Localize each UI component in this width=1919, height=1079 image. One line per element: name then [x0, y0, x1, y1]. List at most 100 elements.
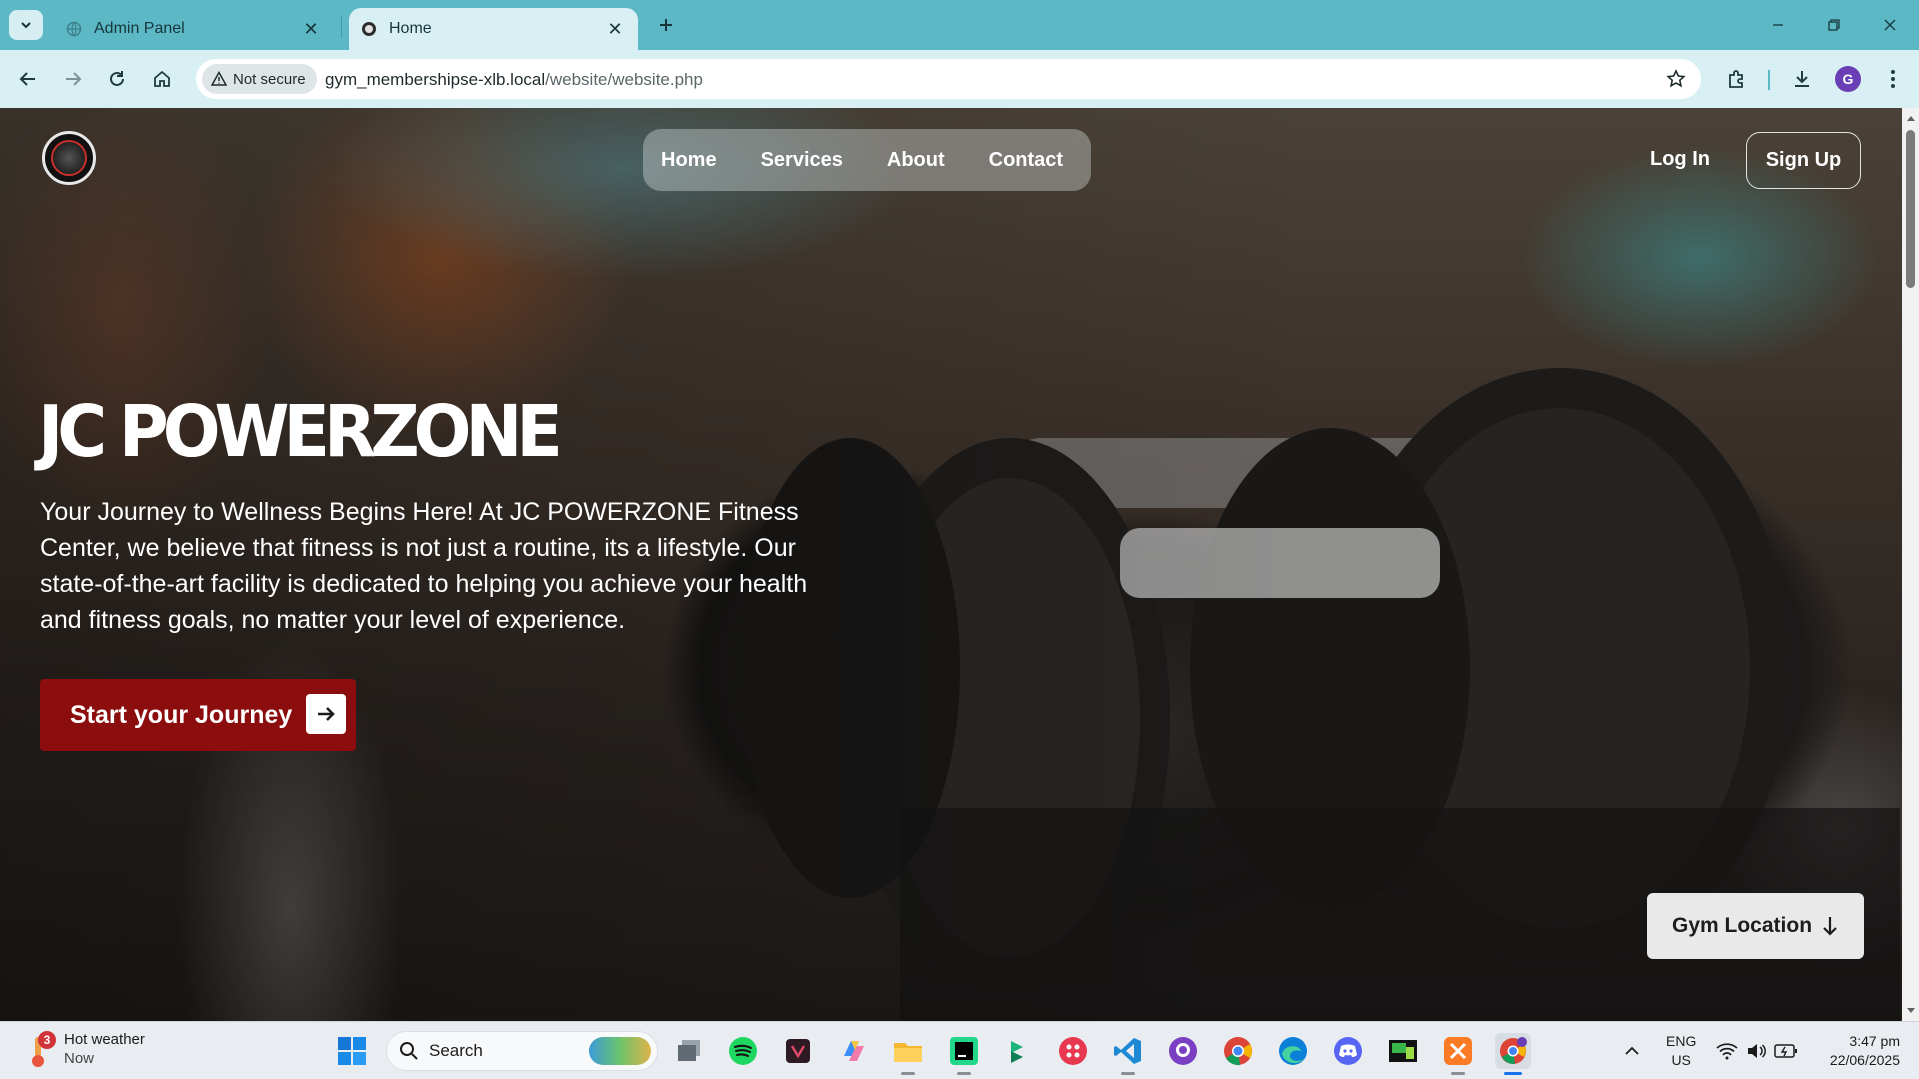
tab-separator	[341, 16, 342, 38]
start-button[interactable]	[334, 1033, 370, 1069]
app-icon[interactable]	[1055, 1033, 1091, 1069]
weather-title: Hot weather	[64, 1031, 145, 1048]
scroll-down-icon[interactable]	[1902, 1003, 1919, 1019]
forward-button[interactable]	[56, 62, 90, 96]
running-indicator	[1451, 1072, 1465, 1075]
browser-tab-strip: Admin Panel ✕ Home ✕	[0, 0, 1919, 50]
logo-emblem	[51, 140, 87, 176]
weather-badge: 3	[38, 1031, 56, 1049]
vscode-icon[interactable]	[1110, 1033, 1146, 1075]
extensions-button[interactable]	[1720, 62, 1754, 96]
profile-avatar[interactable]: G	[1835, 66, 1861, 92]
volume-icon	[1748, 1044, 1766, 1058]
new-tab-button[interactable]	[651, 10, 681, 40]
search-label: Search	[429, 1041, 483, 1060]
site-logo[interactable]	[42, 131, 96, 185]
file-explorer-icon[interactable]	[890, 1033, 926, 1075]
tab-search-button[interactable]	[9, 10, 43, 40]
cta-label: Start your Journey	[70, 700, 293, 729]
app-icon[interactable]	[780, 1033, 816, 1069]
search-highlight-image	[589, 1037, 651, 1065]
scroll-up-icon[interactable]	[1902, 110, 1919, 126]
address-bar[interactable]: Not secure gym_membershipse-xlb.local/we…	[196, 59, 1701, 99]
security-chip[interactable]: Not secure	[202, 64, 317, 94]
clock-date: 22/06/2025	[1829, 1052, 1900, 1068]
nav-services[interactable]: Services	[761, 149, 843, 172]
running-indicator	[1504, 1072, 1522, 1075]
url-host: gym_membershipse-xlb.local	[325, 70, 546, 89]
taskbar-search[interactable]: Search	[386, 1031, 658, 1071]
tab-title: Home	[389, 20, 432, 37]
tab-home[interactable]: Home ✕	[349, 8, 638, 50]
chevron-up-icon[interactable]	[1614, 1033, 1650, 1069]
running-indicator	[957, 1072, 971, 1075]
arrow-left-icon	[19, 72, 35, 86]
downloads-button[interactable]	[1785, 62, 1819, 96]
xampp-icon[interactable]	[1440, 1033, 1476, 1075]
arrow-right-icon	[66, 72, 82, 86]
windows-taskbar: 3 Hot weather Now Search ENG US 3:47 pm …	[0, 1021, 1919, 1079]
nav-contact[interactable]: Contact	[989, 149, 1063, 172]
battery-icon	[1774, 1044, 1797, 1058]
nav-home[interactable]: Home	[661, 149, 717, 172]
security-label: Not secure	[233, 70, 306, 88]
running-indicator	[1121, 1072, 1135, 1075]
app-icon[interactable]	[1385, 1033, 1421, 1069]
arrow-down-icon	[1821, 915, 1839, 942]
browser-menu-button[interactable]	[1876, 62, 1910, 96]
system-tray[interactable]	[1716, 1022, 1798, 1079]
globe-icon	[66, 21, 82, 37]
puzzle-icon	[1729, 70, 1743, 88]
url-path: /website/website.php	[545, 70, 703, 89]
copilot-icon[interactable]	[836, 1033, 872, 1069]
browser-toolbar: Not secure gym_membershipse-xlb.local/we…	[0, 50, 1919, 108]
page-scrollbar[interactable]	[1902, 108, 1919, 1021]
nav-about[interactable]: About	[887, 149, 945, 172]
home-icon	[154, 70, 170, 87]
close-icon[interactable]: ✕	[300, 18, 322, 40]
github-desktop-icon[interactable]	[1165, 1033, 1201, 1069]
chrome-profile-icon[interactable]	[1495, 1033, 1531, 1075]
signup-button[interactable]: Sign Up	[1746, 132, 1861, 189]
toolbar-divider	[1768, 70, 1770, 90]
arrow-right-icon	[306, 694, 346, 734]
windows-start-icon	[338, 1037, 366, 1065]
url-text[interactable]: gym_membershipse-xlb.local/website/websi…	[325, 70, 703, 90]
pycharm-icon[interactable]	[946, 1033, 982, 1075]
language-indicator[interactable]: ENG US	[1666, 1032, 1696, 1070]
scrollbar-thumb[interactable]	[1906, 130, 1915, 288]
language-primary: ENG	[1666, 1033, 1697, 1049]
weather-subtitle: Now	[64, 1050, 95, 1067]
back-button[interactable]	[11, 62, 45, 96]
gym-location-button[interactable]: Gym Location	[1647, 893, 1864, 959]
spotify-icon[interactable]	[725, 1033, 761, 1069]
start-journey-button[interactable]: Start your Journey	[40, 679, 356, 751]
minimize-button[interactable]	[1750, 0, 1806, 50]
more-vertical-icon	[1891, 70, 1895, 88]
wifi-icon	[1716, 1043, 1738, 1060]
weather-widget[interactable]: 3 Hot weather Now	[24, 1030, 145, 1068]
site-favicon-icon	[361, 21, 377, 37]
close-icon	[1884, 19, 1896, 31]
language-secondary: US	[1671, 1052, 1691, 1068]
close-window-button[interactable]	[1862, 0, 1918, 50]
edge-icon[interactable]	[1275, 1033, 1311, 1069]
thermometer-icon: 3	[24, 1031, 56, 1067]
chrome-icon[interactable]	[1220, 1033, 1256, 1069]
bookmark-star-icon[interactable]	[1665, 68, 1687, 90]
restore-button[interactable]	[1806, 0, 1862, 50]
login-link[interactable]: Log In	[1650, 148, 1710, 171]
home-button[interactable]	[145, 62, 179, 96]
warning-icon	[211, 71, 227, 86]
reload-button[interactable]	[100, 62, 134, 96]
tab-admin-panel[interactable]: Admin Panel ✕	[56, 8, 334, 50]
restore-icon	[1828, 19, 1840, 31]
app-icon[interactable]	[1000, 1033, 1036, 1069]
gym-location-label: Gym Location	[1672, 914, 1813, 937]
clock-time: 3:47 pm	[1849, 1033, 1900, 1049]
task-view-icon[interactable]	[672, 1033, 708, 1069]
clock[interactable]: 3:47 pm 22/06/2025	[1816, 1032, 1900, 1070]
close-icon[interactable]: ✕	[604, 18, 626, 40]
minimize-icon	[1773, 24, 1783, 26]
discord-icon[interactable]	[1330, 1033, 1366, 1069]
